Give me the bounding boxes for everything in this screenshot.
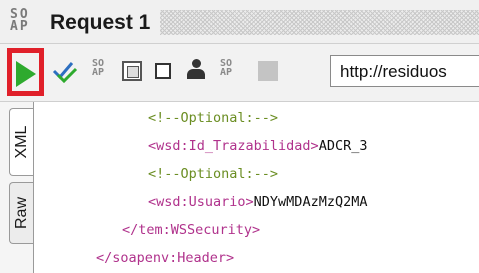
title-bar: SO AP Request 1 xyxy=(0,0,479,44)
window-title: Request 1 xyxy=(50,11,151,34)
code-line-comment: <!--Optional:--> xyxy=(148,110,279,126)
user-icon[interactable] xyxy=(185,59,207,83)
toolbar: SO AP SO AP http://residuos xyxy=(0,44,479,102)
check-icon[interactable] xyxy=(52,59,78,83)
soap-icon-bottom: AP xyxy=(10,19,30,34)
xml-editor[interactable]: <!--Optional:--> <wsd:Id_Trazabilidad>AD… xyxy=(34,102,479,273)
endpoint-url-text: http://residuos xyxy=(340,62,447,81)
gray-square-icon[interactable] xyxy=(258,61,278,81)
code-line-element: <wsd:Id_Trazabilidad>ADCR_3 xyxy=(148,137,367,155)
title-drag-area[interactable] xyxy=(160,10,479,35)
tab-raw-label: Raw xyxy=(12,196,30,230)
soap-small-bottom: AP xyxy=(220,67,233,78)
code-line-comment: <!--Optional:--> xyxy=(148,166,279,182)
user-icon-head xyxy=(192,59,201,68)
soap-small-icon[interactable]: SO AP xyxy=(92,59,112,83)
code-tag: <wsd:Usuario> xyxy=(148,194,254,210)
tab-xml-label: XML xyxy=(12,125,30,159)
run-highlight xyxy=(7,48,44,96)
code-line-close: </soapenv:Header> xyxy=(96,250,235,266)
soap-small-icon[interactable]: SO AP xyxy=(220,59,240,83)
frame-icon[interactable] xyxy=(122,61,142,81)
tab-raw[interactable]: Raw xyxy=(9,182,33,244)
tab-xml[interactable]: XML xyxy=(9,108,33,176)
endpoint-url-field[interactable]: http://residuos xyxy=(330,55,479,87)
code-value: NDYwMDAzMzQ2MA xyxy=(253,194,368,210)
code-value: ADCR_3 xyxy=(318,138,368,154)
user-icon-body xyxy=(187,69,205,79)
code-line-close: </tem:WSSecurity> xyxy=(122,222,261,238)
play-icon[interactable] xyxy=(16,61,36,87)
square-icon[interactable] xyxy=(155,63,171,79)
soap-small-bottom: AP xyxy=(92,67,105,78)
view-tabs: XML Raw xyxy=(0,102,34,273)
code-line-element: <wsd:Usuario>NDYwMDAzMzQ2MA xyxy=(148,193,367,211)
code-tag: <wsd:Id_Trazabilidad> xyxy=(148,138,319,154)
soap-icon: SO AP xyxy=(10,8,40,35)
